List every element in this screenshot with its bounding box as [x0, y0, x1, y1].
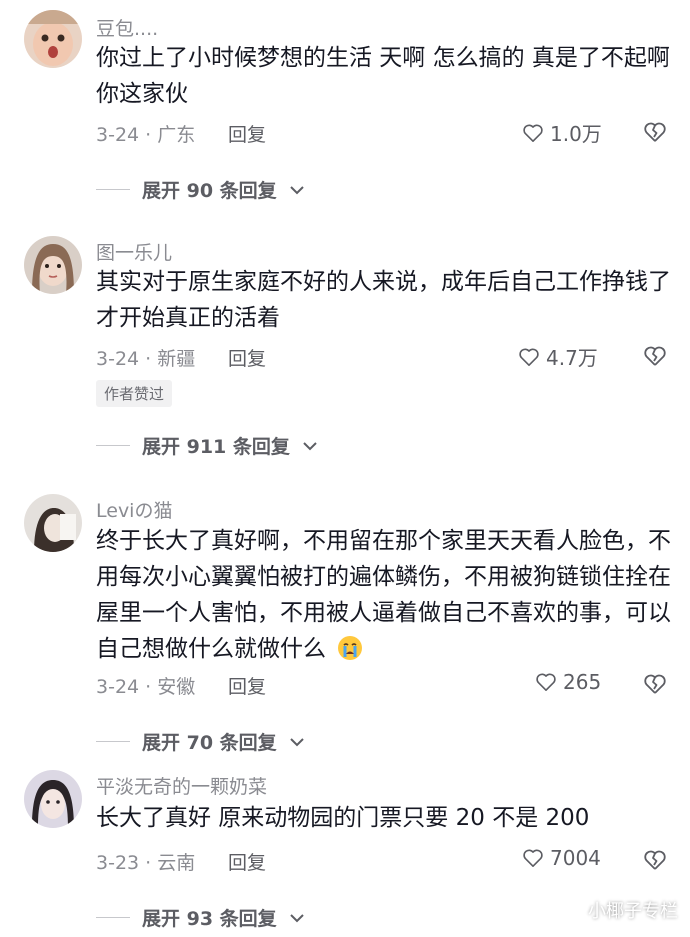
like-button[interactable]: 7004 — [522, 846, 601, 870]
comment-item: 平淡无奇的一颗奶菜 长大了真好 原来动物园的门票只要 20 不是 200 3-2… — [0, 0, 690, 937]
expand-replies-label: 展开 93 条回复 — [142, 908, 277, 930]
heart-icon — [523, 849, 543, 867]
username[interactable]: 平淡无奇的一颗奶菜 — [96, 772, 267, 799]
comment-text: 长大了真好 原来动物园的门票只要 20 不是 200 — [96, 805, 590, 831]
like-count: 7004 — [550, 846, 601, 870]
watermark: 小椰子专栏 — [588, 901, 678, 922]
broken-heart-icon[interactable] — [643, 848, 667, 872]
reply-button[interactable]: 回复 — [228, 848, 266, 875]
expand-replies-button[interactable]: 展开 93 条回复 — [96, 904, 305, 931]
avatar[interactable] — [24, 770, 82, 828]
chevron-down-icon — [289, 913, 304, 922]
comment-date-location: 3-23 · 云南 — [96, 852, 196, 874]
divider — [96, 917, 130, 918]
